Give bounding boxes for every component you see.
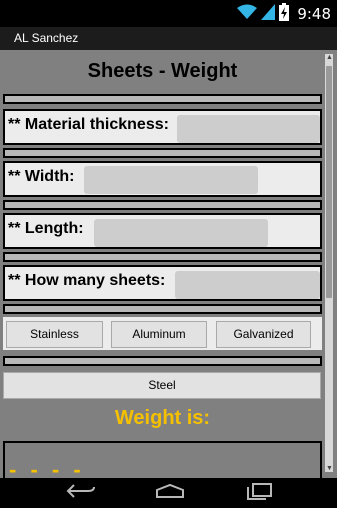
recent-apps-icon [244, 482, 274, 505]
width-row: ** Width: [3, 161, 322, 197]
divider [3, 94, 322, 104]
signal-icon [261, 3, 276, 25]
status-bar: 9:48 [0, 0, 337, 27]
divider [3, 356, 322, 366]
length-label: ** Length: [8, 220, 84, 237]
scrollbar-thumb[interactable] [326, 66, 332, 298]
recent-apps-button[interactable] [239, 482, 279, 504]
galvanized-button[interactable]: Galvanized [216, 321, 311, 348]
how-many-sheets-label: ** How many sheets: [8, 272, 166, 289]
app-title-bar: AL Sanchez [0, 27, 337, 50]
length-input[interactable] [94, 219, 268, 247]
width-input[interactable] [84, 166, 258, 194]
home-icon [155, 483, 185, 504]
navigation-bar [0, 478, 337, 508]
how-many-sheets-row: ** How many sheets: [3, 265, 322, 301]
divider [3, 148, 322, 158]
material-thickness-row: ** Material thickness: [3, 109, 322, 145]
stainless-button[interactable]: Stainless [6, 321, 103, 348]
weight-result-value: - - - - [9, 457, 85, 478]
width-label: ** Width: [8, 168, 75, 185]
back-button[interactable] [61, 482, 101, 504]
scroll-down-arrow-icon[interactable]: ▼ [326, 465, 333, 472]
material-thickness-input[interactable] [177, 115, 320, 143]
status-time: 9:48 [297, 5, 331, 23]
length-row: ** Length: [3, 213, 322, 249]
how-many-sheets-input[interactable] [175, 271, 320, 299]
back-icon [66, 483, 96, 504]
scroll-up-arrow-icon[interactable]: ▲ [326, 54, 333, 61]
material-thickness-label: ** Material thickness: [8, 116, 169, 133]
app-title: AL Sanchez [14, 31, 79, 45]
weight-result-box: - - - - [3, 441, 322, 478]
page-title: Sheets - Weight [87, 60, 238, 82]
divider [3, 252, 322, 262]
main-content[interactable]: Sheets - Weight ** Material thickness: *… [0, 50, 337, 478]
home-button[interactable] [150, 482, 190, 504]
battery-charging-icon [279, 2, 290, 26]
aluminum-button[interactable]: Aluminum [111, 321, 207, 348]
vertical-scrollbar[interactable]: ▲ ▼ [325, 54, 333, 472]
weight-result-label: Weight is: [114, 407, 211, 429]
steel-button[interactable]: Steel [3, 372, 321, 399]
wifi-icon [237, 4, 258, 25]
divider [3, 200, 322, 210]
divider [3, 304, 322, 314]
